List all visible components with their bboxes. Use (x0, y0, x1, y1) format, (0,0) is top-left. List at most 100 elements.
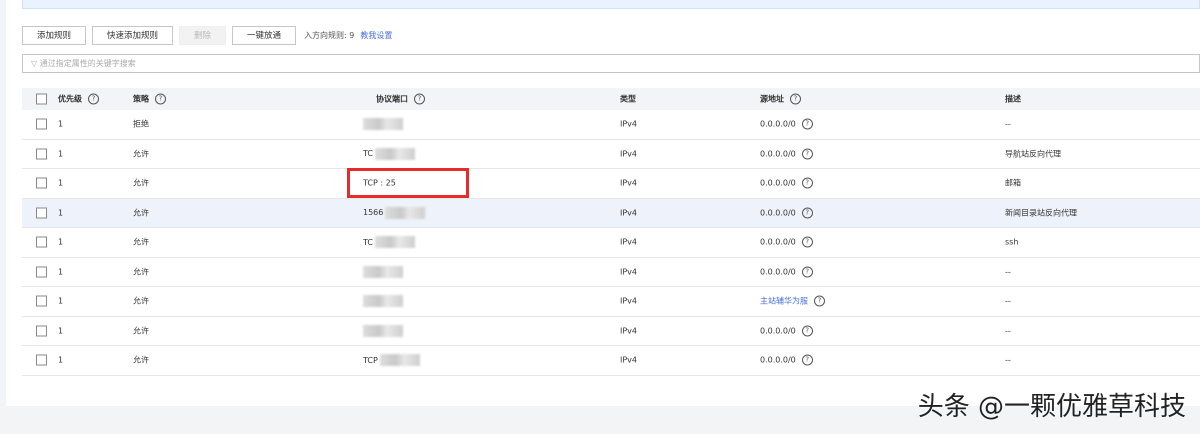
priority-value: 1 (58, 178, 64, 188)
type-value: IPv4 (620, 178, 638, 188)
add-rule-button[interactable]: 添加规则 (22, 26, 87, 45)
one-click-open-button[interactable]: 一键放通 (232, 26, 297, 45)
description-value: 新闻目录站反向代理 (1005, 208, 1077, 218)
table-row: 1 允许 IPv4 0.0.0.0/0? -- (22, 317, 1200, 346)
source-value: 0.0.0.0/0 (760, 355, 796, 365)
priority-value: 1 (58, 208, 64, 218)
policy-value: 允许 (133, 267, 149, 277)
priority-value: 1 (58, 237, 64, 247)
table-row: 1 允许 TCP IPv4 0.0.0.0/0? -- (22, 346, 1200, 376)
quick-add-rule-button[interactable]: 快速添加规则 (92, 26, 174, 45)
help-icon[interactable]: ? (801, 236, 813, 248)
type-value: IPv4 (620, 149, 638, 159)
help-icon[interactable]: ? (801, 325, 813, 337)
help-icon[interactable]: ? (801, 118, 813, 130)
header-policy: 策略 (133, 94, 149, 104)
source-value: 0.0.0.0/0 (760, 237, 796, 247)
policy-value: 允许 (133, 355, 149, 365)
help-link[interactable]: 教我设置 (360, 30, 392, 41)
port-value: 1566 (363, 208, 384, 218)
watermark: 头条 @一颗优雅草科技 (917, 392, 1186, 422)
type-value: IPv4 (620, 237, 638, 247)
help-icon[interactable]: ? (814, 295, 825, 307)
source-value: 0.0.0.0/0 (760, 149, 796, 159)
port-value: TC (363, 237, 374, 247)
table-row: 1 允许 TC IPv4 0.0.0.0/0? 导航站反向代理 (22, 140, 1200, 169)
source-value: 0.0.0.0/0 (760, 119, 796, 129)
help-icon[interactable]: ? (790, 93, 801, 105)
help-icon[interactable]: ? (801, 354, 813, 366)
table-row: 1 允许 IPv4 0.0.0.0/0? -- (22, 258, 1200, 287)
source-value: 0.0.0.0/0 (760, 208, 796, 218)
delete-button[interactable]: 删除 (179, 26, 227, 45)
help-icon[interactable]: ? (801, 148, 813, 160)
redacted-block (375, 147, 416, 160)
help-icon[interactable]: ? (414, 93, 425, 105)
source-value[interactable]: 主站辅华为服 (760, 296, 808, 307)
select-all-checkbox[interactable] (36, 93, 47, 105)
search-placeholder: 通过指定属性的关键字搜索 (39, 59, 136, 68)
source-value: 0.0.0.0/0 (760, 326, 796, 336)
priority-value: 1 (58, 267, 64, 277)
help-icon[interactable]: ? (801, 207, 813, 219)
description-value: 导航站反向代理 (1005, 149, 1061, 159)
notice-bar (22, 0, 1200, 9)
help-icon[interactable]: ? (88, 93, 99, 105)
type-value: IPv4 (620, 296, 638, 306)
redacted-block (363, 295, 403, 308)
row-checkbox[interactable] (36, 266, 47, 278)
redacted-block (385, 206, 426, 219)
help-icon[interactable]: ? (801, 177, 813, 189)
row-checkbox[interactable] (36, 325, 47, 337)
port-value: TCP (363, 355, 378, 365)
port-value: TC (363, 149, 374, 159)
row-checkbox[interactable] (36, 295, 47, 307)
table-row: 1 允许 IPv4 主站辅华为服? -- (22, 287, 1200, 317)
description-value: -- (1005, 119, 1011, 129)
header-description: 描述 (1005, 94, 1021, 104)
row-checkbox[interactable] (36, 236, 47, 248)
policy-value: 允许 (133, 208, 149, 218)
description-value: -- (1005, 296, 1011, 306)
row-checkbox[interactable] (36, 118, 47, 130)
priority-value: 1 (58, 296, 64, 306)
table-row: 1 允许 TC IPv4 0.0.0.0/0? ssh (22, 228, 1200, 258)
policy-value: 允许 (133, 326, 149, 336)
policy-value: 拒绝 (133, 119, 149, 129)
description-value: -- (1005, 267, 1011, 277)
row-checkbox[interactable] (36, 177, 47, 189)
table-row: 1 允许 TCP : 25 IPv4 0.0.0.0/0? 邮箱 (22, 169, 1200, 199)
priority-value: 1 (58, 355, 64, 365)
policy-value: 允许 (133, 178, 149, 188)
redacted-block (363, 118, 403, 131)
help-icon[interactable]: ? (801, 266, 813, 278)
policy-value: 允许 (133, 149, 149, 159)
table-row: 1 拒绝 IPv4 0.0.0.0/0? -- (22, 110, 1200, 140)
header-protocol-port: 协议端口 (376, 94, 408, 104)
filter-icon: ▽ (31, 59, 40, 68)
redacted-block (363, 324, 403, 337)
header-source: 源地址 (760, 94, 784, 104)
redacted-block (363, 265, 403, 278)
header-type: 类型 (620, 94, 636, 104)
row-checkbox[interactable] (36, 148, 47, 160)
source-value: 0.0.0.0/0 (760, 267, 796, 277)
redacted-block (379, 354, 420, 367)
policy-value: 允许 (133, 296, 149, 306)
table-row: 1 允许 1566 IPv4 0.0.0.0/0? 新闻目录站反向代理 (22, 198, 1200, 228)
redacted-block (375, 236, 416, 249)
priority-value: 1 (58, 149, 64, 159)
highlight-annotation-box (347, 168, 469, 198)
type-value: IPv4 (620, 326, 638, 336)
toolbar: 添加规则 快速添加规则 删除 一键放通 入方向规则: 9 教我设置 (22, 26, 392, 45)
description-value: -- (1005, 326, 1011, 336)
row-checkbox[interactable] (36, 207, 47, 219)
help-icon[interactable]: ? (155, 93, 166, 105)
description-value: 邮箱 (1005, 178, 1021, 188)
description-value: -- (1005, 355, 1011, 365)
search-input[interactable]: ▽ 通过指定属性的关键字搜索 (22, 54, 1200, 73)
header-priority: 优先级 (58, 94, 82, 104)
row-checkbox[interactable] (36, 354, 47, 366)
priority-value: 1 (58, 119, 64, 129)
type-value: IPv4 (620, 119, 638, 129)
